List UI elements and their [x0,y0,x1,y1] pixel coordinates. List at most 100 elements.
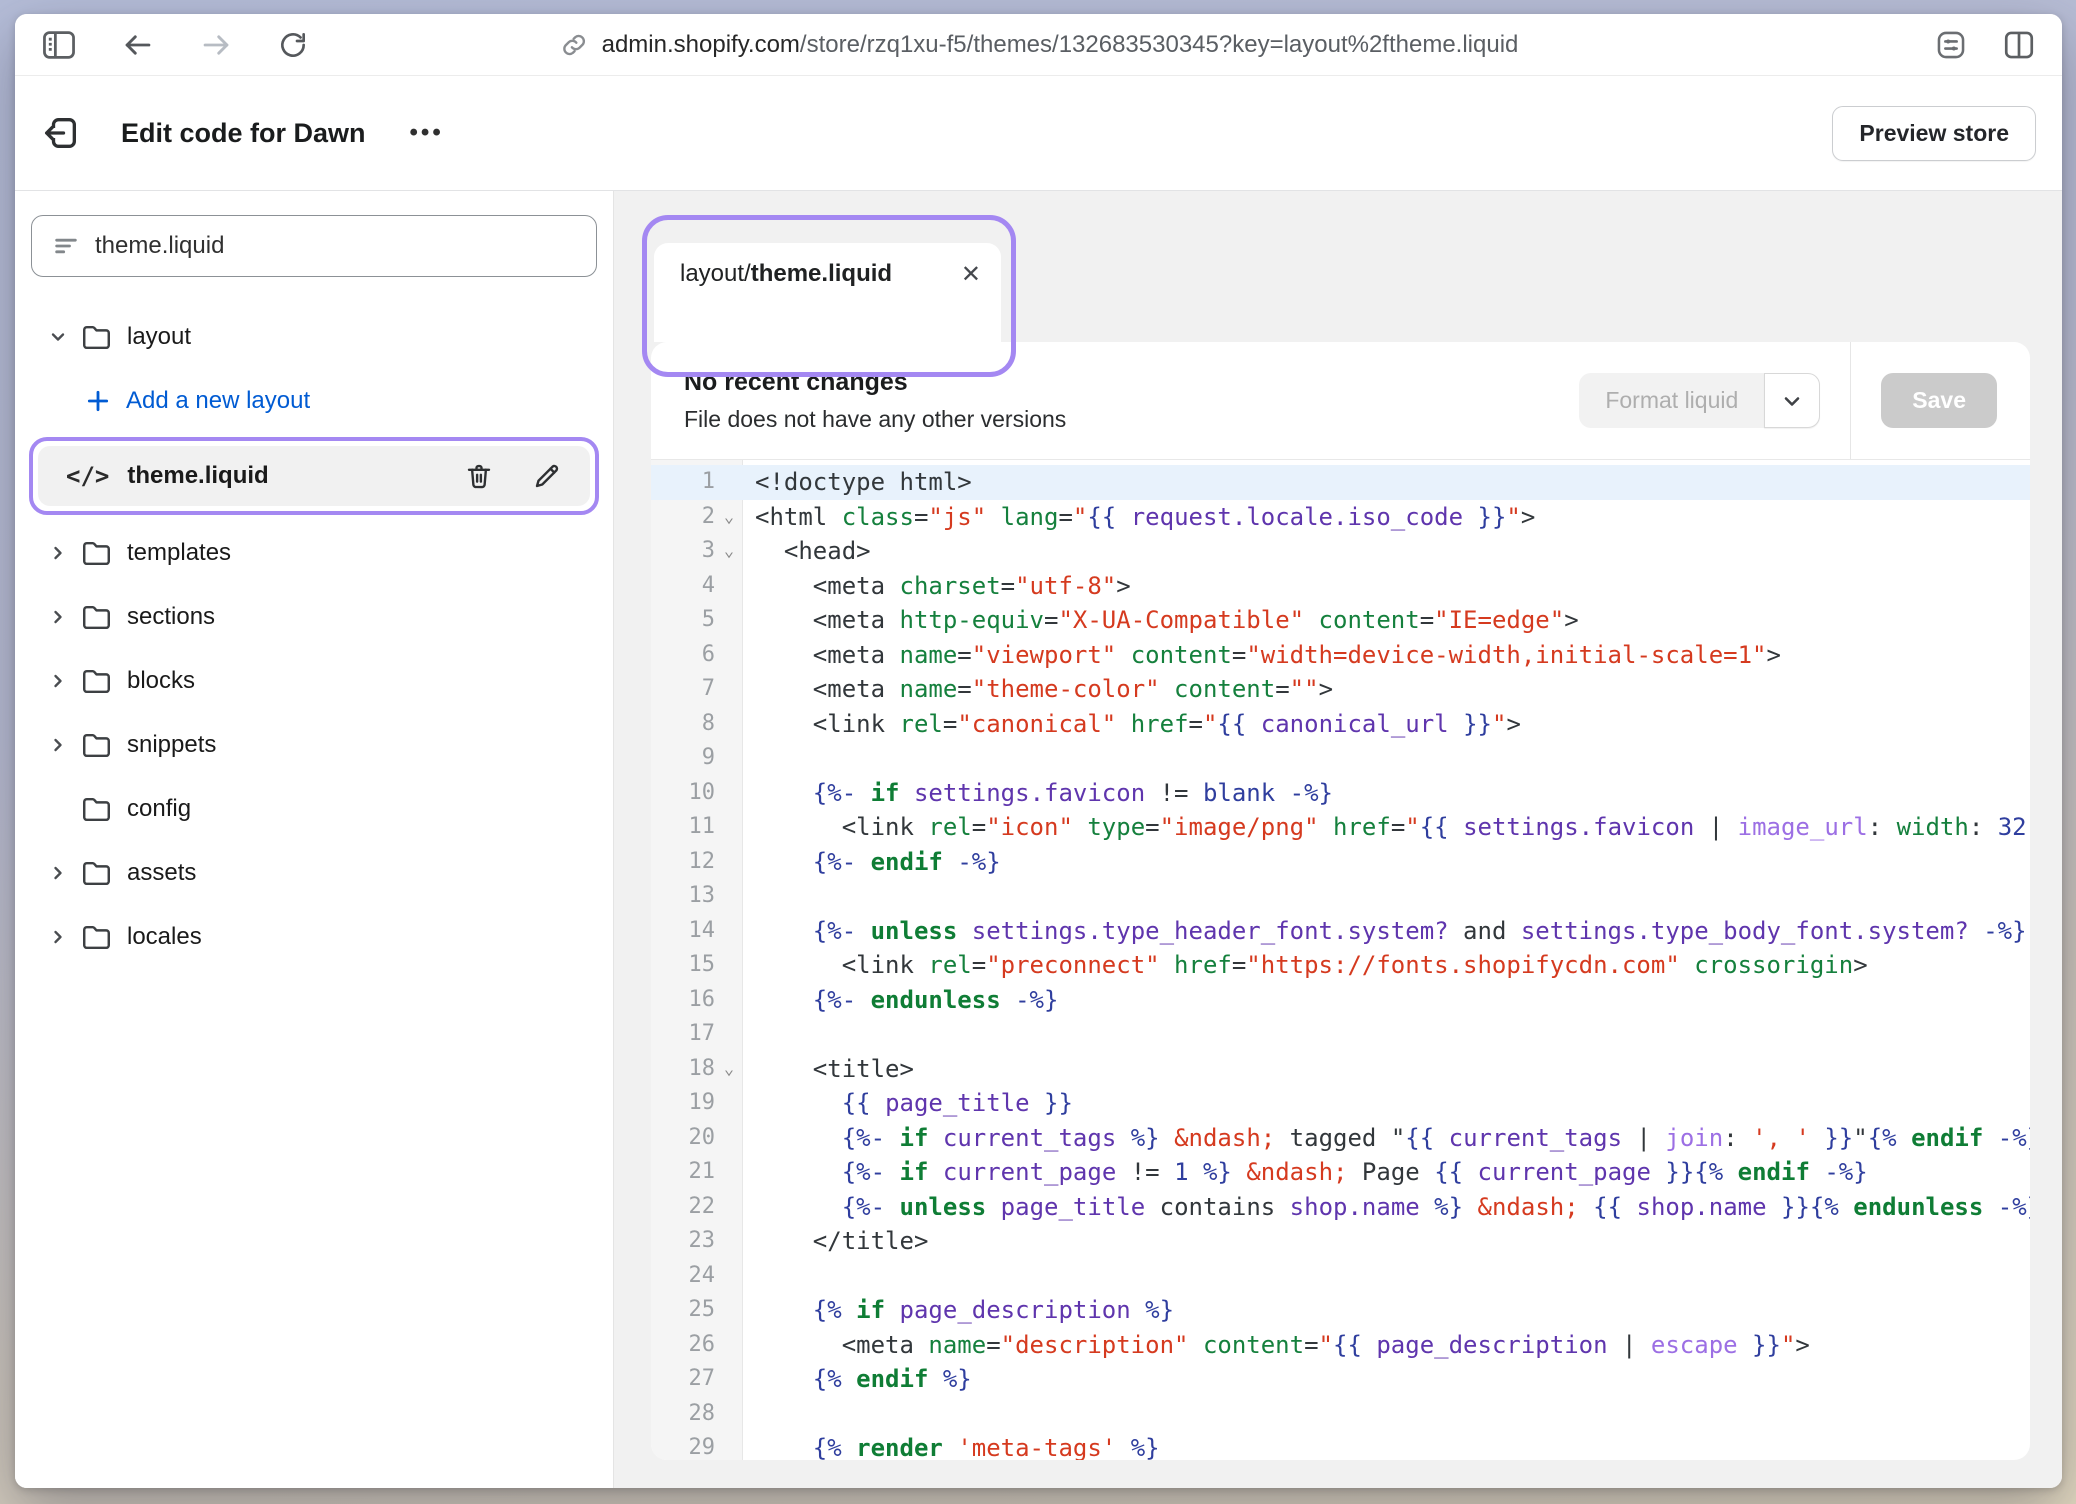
code-line-15[interactable]: 15 <link rel="preconnect" href="https://… [651,948,2030,983]
code-line-5[interactable]: 5 <meta http-equiv="X-UA-Compatible" con… [651,603,2030,638]
sidebar-item-layout[interactable]: layout [15,305,613,369]
file-item-theme-liquid[interactable]: </>theme.liquid [38,446,590,506]
fold-gutter [715,638,743,673]
line-number: 26 [651,1328,715,1363]
format-liquid-button[interactable]: Format liquid [1579,373,1764,428]
sidebar-item-snippets[interactable]: snippets [15,713,613,777]
code-text [743,741,2030,776]
code-line-1[interactable]: 1<!doctype html> [651,465,2030,500]
split-view-button[interactable] [2002,29,2036,61]
code-line-3[interactable]: 3⌄ <head> [651,534,2030,569]
code-line-20[interactable]: 20 {%- if current_tags %} &ndash; tagged… [651,1121,2030,1156]
file-search-box[interactable] [31,215,597,277]
chevron-right-icon [48,671,68,691]
code-line-27[interactable]: 27 {% endif %} [651,1362,2030,1397]
delete-file-button[interactable] [464,461,494,491]
sidebar-item-templates[interactable]: templates [15,521,613,585]
line-number: 13 [651,879,715,914]
fold-gutter [715,672,743,707]
code-line-26[interactable]: 26 <meta name="description" content="{{ … [651,1328,2030,1363]
code-line-19[interactable]: 19 {{ page_title }} [651,1086,2030,1121]
line-number: 21 [651,1155,715,1190]
fold-gutter [715,465,743,500]
close-tab-button[interactable]: ✕ [961,260,981,290]
back-button[interactable] [121,30,155,60]
code-line-21[interactable]: 21 {%- if current_page != 1 %} &ndash; P… [651,1155,2030,1190]
code-text [743,1397,2030,1432]
folder-icon [81,323,112,352]
fold-gutter [715,1121,743,1156]
fold-gutter [715,1431,743,1460]
code-text: </title> [743,1224,2030,1259]
code-line-14[interactable]: 14 {%- unless settings.type_header_font.… [651,914,2030,949]
add-layout-button[interactable]: Add a new layout [15,369,613,433]
code-text: <html class="js" lang="{{ request.locale… [743,500,2030,535]
code-text: {%- if current_tags %} &ndash; tagged "{… [743,1121,2030,1156]
content-area: layoutAdd a new layout </>theme.liquid tem… [15,191,2062,1488]
preview-store-button[interactable]: Preview store [1832,106,2036,161]
forward-button[interactable] [199,30,233,60]
line-number: 20 [651,1121,715,1156]
code-line-4[interactable]: 4 <meta charset="utf-8"> [651,569,2030,604]
code-line-18[interactable]: 18⌄ <title> [651,1052,2030,1087]
code-line-13[interactable]: 13 [651,879,2030,914]
fold-gutter [715,914,743,949]
chevron-right-icon [48,927,68,947]
line-number: 11 [651,810,715,845]
code-text: <meta charset="utf-8"> [743,569,2030,604]
code-line-2[interactable]: 2⌄<html class="js" lang="{{ request.loca… [651,500,2030,535]
sidebar-item-blocks[interactable]: blocks [15,649,613,713]
line-number: 8 [651,707,715,742]
page-settings-button[interactable] [1934,28,1968,62]
save-button[interactable]: Save [1881,373,1997,428]
sidebar-toggle-icon [41,29,77,61]
more-options-button[interactable]: ••• [410,119,444,147]
code-line-6[interactable]: 6 <meta name="viewport" content="width=d… [651,638,2030,673]
code-line-28[interactable]: 28 [651,1397,2030,1432]
line-number: 15 [651,948,715,983]
folder-icon [81,603,112,632]
line-number: 2 [651,500,715,535]
code-line-8[interactable]: 8 <link rel="canonical" href="{{ canonic… [651,707,2030,742]
selected-file-highlight-ring: </>theme.liquid [29,437,599,515]
code-editor[interactable]: 1<!doctype html>2⌄<html class="js" lang=… [651,460,2030,1460]
sidebar-item-locales[interactable]: locales [15,905,613,969]
code-line-25[interactable]: 25 {% if page_description %} [651,1293,2030,1328]
code-line-7[interactable]: 7 <meta name="theme-color" content=""> [651,672,2030,707]
file-search-input[interactable] [95,232,576,260]
fold-chevron-icon[interactable]: ⌄ [715,500,743,535]
code-line-23[interactable]: 23 </title> [651,1224,2030,1259]
folder-label: locales [127,923,202,951]
code-line-11[interactable]: 11 <link rel="icon" type="image/png" hre… [651,810,2030,845]
tab-label: layout/theme.liquid [680,260,892,288]
code-line-9[interactable]: 9 [651,741,2030,776]
line-number: 24 [651,1259,715,1294]
url-bar[interactable]: admin.shopify.com/store/rzq1xu-f5/themes… [559,14,1519,76]
folder-label: snippets [127,731,216,759]
reload-icon [277,29,309,61]
code-line-10[interactable]: 10 {%- if settings.favicon != blank -%} [651,776,2030,811]
chevron-down-icon [1780,389,1804,413]
sidebar-item-config[interactable]: config [15,777,613,841]
sidebar-item-sections[interactable]: sections [15,585,613,649]
fold-gutter [715,1190,743,1225]
fold-chevron-icon[interactable]: ⌄ [715,534,743,569]
exit-editor-button[interactable] [41,113,81,153]
code-text: {%- if current_page != 1 %} &ndash; Page… [743,1155,2030,1190]
line-number: 1 [651,465,715,500]
sidebar-item-assets[interactable]: assets [15,841,613,905]
code-line-17[interactable]: 17 [651,1017,2030,1052]
rename-file-button[interactable] [532,461,562,491]
editor-tab-theme-liquid[interactable]: layout/theme.liquid ✕ [654,243,1001,342]
code-line-16[interactable]: 16 {%- endunless -%} [651,983,2030,1018]
fold-chevron-icon[interactable]: ⌄ [715,1052,743,1087]
reload-button[interactable] [277,29,309,61]
code-line-24[interactable]: 24 [651,1259,2030,1294]
code-text: {%- endif -%} [743,845,2030,880]
code-line-29[interactable]: 29 {% render 'meta-tags' %} [651,1431,2030,1460]
sidebar-toggle-button[interactable] [41,29,77,61]
format-liquid-dropdown-button[interactable] [1764,373,1820,428]
code-line-12[interactable]: 12 {%- endif -%} [651,845,2030,880]
code-line-22[interactable]: 22 {%- unless page_title contains shop.n… [651,1190,2030,1225]
fold-gutter [715,948,743,983]
